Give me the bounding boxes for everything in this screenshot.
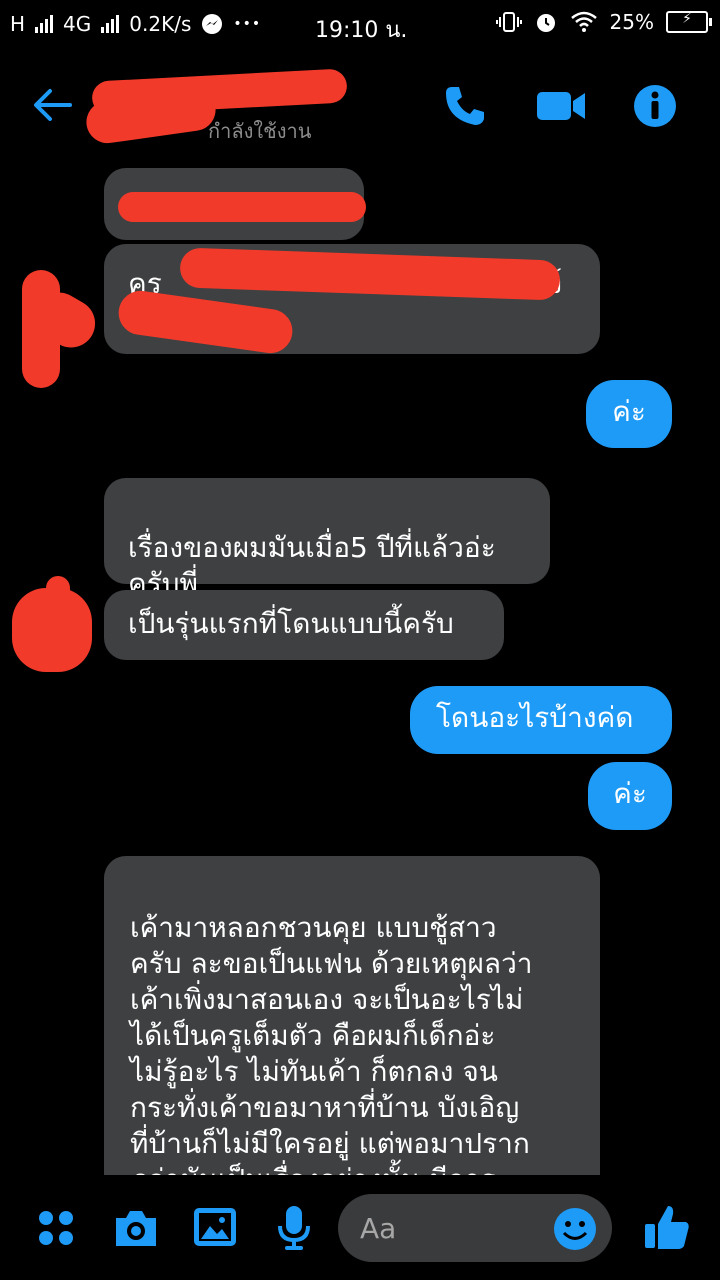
message-text: เป็นรุ่นแรกที่โดนแบบนี้ครับ xyxy=(128,607,454,640)
network-label: 4G xyxy=(63,12,92,36)
message-outgoing[interactable]: โดนอะไรบ้างค่ด xyxy=(410,686,672,754)
chat-header: กำลังใช้งาน xyxy=(0,55,720,155)
message-incoming[interactable]: เรื่องของผมมันเมื่อ5 ปีที่แล้วอ่ะ ครับพี… xyxy=(104,478,550,600)
info-icon[interactable] xyxy=(632,83,678,129)
clock: 19:10 น. xyxy=(315,18,408,43)
message-incoming[interactable]: เค้ามาหลอกชวนคุย แบบชู้สาว ครับ ละขอเป็น… xyxy=(104,856,600,1175)
redacted-avatar xyxy=(46,576,70,606)
message-input-placeholder: Aa xyxy=(360,1212,397,1245)
messenger-notification-icon xyxy=(202,14,223,34)
signal-icon xyxy=(35,15,54,33)
phone-icon[interactable] xyxy=(442,83,488,129)
camera-icon[interactable] xyxy=(112,1206,160,1250)
vibrate-icon xyxy=(495,12,522,32)
back-arrow-icon[interactable] xyxy=(30,83,74,127)
message-text: ค่ะ xyxy=(613,777,647,810)
message-text: โดนอะไรบ้างค่ด xyxy=(436,701,634,734)
battery-icon: ⚡ xyxy=(666,11,712,33)
long-message-clip: เค้ามาหลอกชวนคุย แบบชู้สาว ครับ ละขอเป็น… xyxy=(0,850,720,1175)
video-call-icon[interactable] xyxy=(535,83,587,129)
message-text: เค้ามาหลอกชวนคุย แบบชู้สาว ครับ ละขอเป็น… xyxy=(130,911,533,1175)
signal-icon-2 xyxy=(101,15,120,33)
redacted-text xyxy=(118,192,366,222)
thumbs-up-icon[interactable] xyxy=(642,1202,692,1252)
message-composer: Aa xyxy=(0,1190,720,1280)
message-incoming[interactable]: เป็นรุ่นแรกที่โดนแบบนี้ครับ xyxy=(104,590,504,660)
more-notifications: ••• xyxy=(233,16,262,32)
image-icon[interactable] xyxy=(192,1206,238,1248)
alarm-icon xyxy=(536,14,555,32)
active-status: กำลังใช้งาน xyxy=(208,119,312,143)
battery-percent: 25% xyxy=(609,10,654,34)
menu-dots-icon[interactable] xyxy=(36,1208,76,1248)
message-outgoing[interactable]: ค่ะ xyxy=(586,380,672,448)
message-outgoing[interactable]: ค่ะ xyxy=(588,762,672,830)
wifi-icon xyxy=(570,11,597,32)
message-text: ค่ะ xyxy=(612,395,646,428)
mic-icon[interactable] xyxy=(276,1204,312,1252)
carrier-label: H xyxy=(10,12,26,36)
speed-label: 0.2K/s xyxy=(129,12,192,36)
status-bar: H 4G 0.2K/s ••• 19:10 น. 25% ⚡ xyxy=(0,0,720,50)
emoji-icon[interactable] xyxy=(552,1206,598,1252)
